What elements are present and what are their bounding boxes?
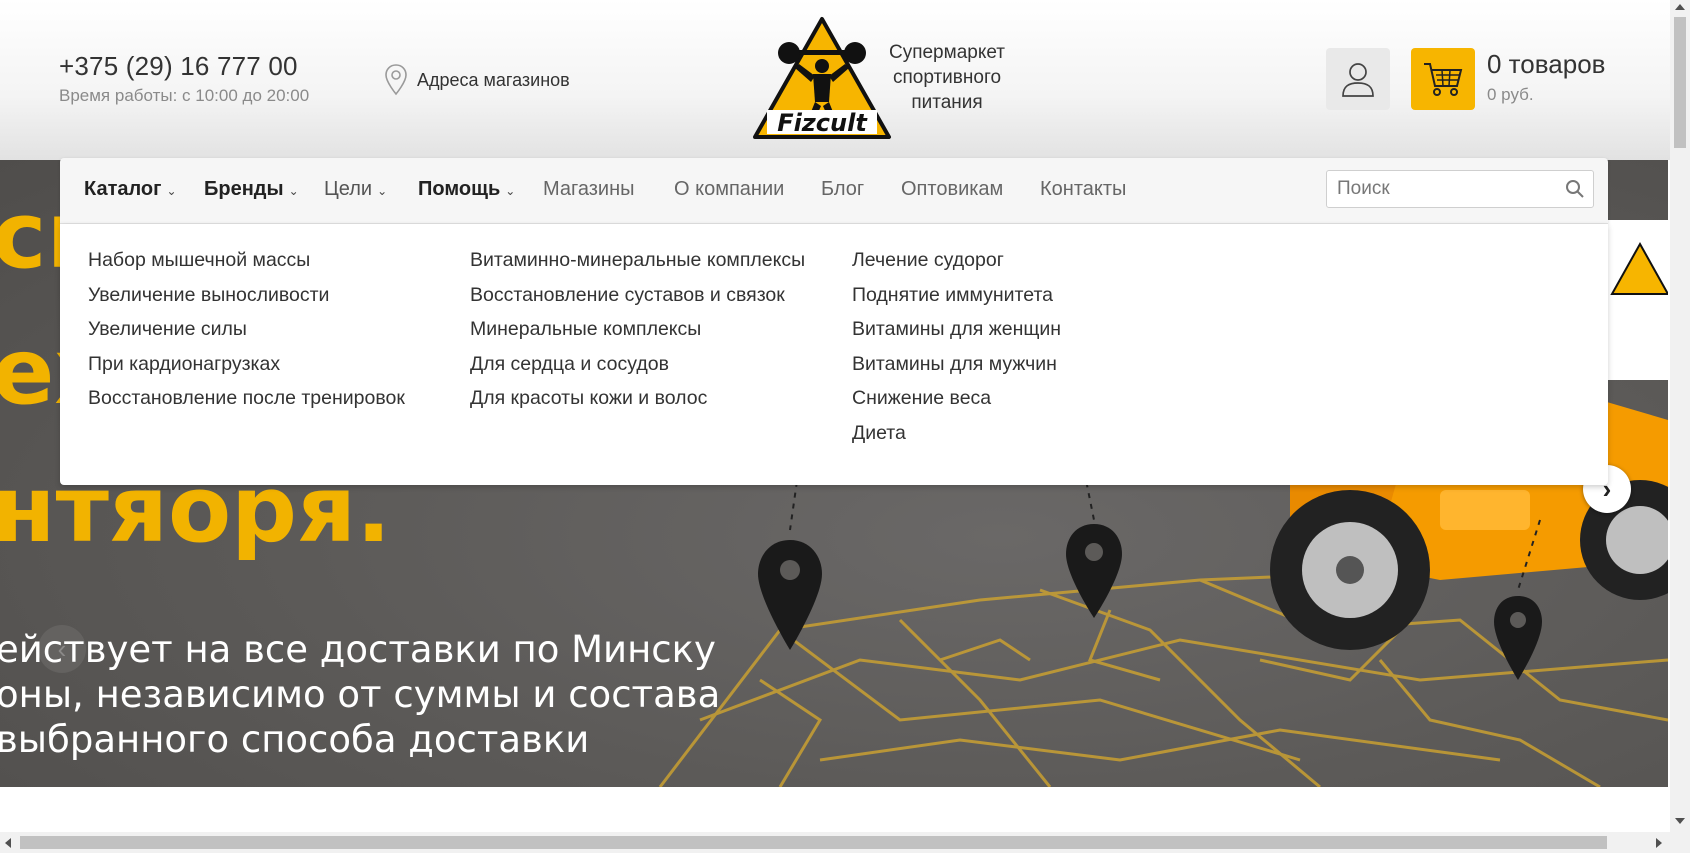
chevron-down-icon: ⌄ bbox=[288, 183, 299, 198]
store-addresses-label: Адреса магазинов bbox=[417, 69, 570, 90]
dropdown-column-1: Набор мышечной массы Увеличение вынослив… bbox=[88, 249, 405, 422]
banner-line-1: ействует на все доставки по Минску bbox=[0, 628, 716, 671]
store-addresses-link[interactable]: Адреса магазинов bbox=[383, 63, 570, 97]
dropdown-link[interactable]: Для сердца и сосудов bbox=[470, 353, 810, 375]
scroll-left-arrow-icon[interactable] bbox=[5, 838, 11, 848]
nav-wholesale[interactable]: Оптовикам bbox=[901, 178, 1003, 201]
horizontal-scrollbar[interactable] bbox=[0, 832, 1670, 853]
dropdown-link[interactable]: Для красоты кожи и волос bbox=[470, 387, 810, 409]
dropdown-link[interactable]: Лечение судорог bbox=[852, 249, 1061, 271]
dropdown-link[interactable]: Витаминно-минеральные комплексы bbox=[470, 249, 810, 271]
logo-text: Fizcult bbox=[777, 109, 868, 137]
dropdown-link[interactable]: Витамины для мужчин bbox=[852, 353, 1061, 375]
nav-catalog-label: Каталог bbox=[84, 178, 162, 200]
chevron-down-icon: ⌄ bbox=[505, 183, 516, 198]
dropdown-link[interactable]: Увеличение выносливости bbox=[88, 284, 405, 306]
dropdown-link[interactable]: Диета bbox=[852, 422, 1061, 444]
account-button[interactable] bbox=[1326, 48, 1390, 110]
dropdown-link[interactable]: Набор мышечной массы bbox=[88, 249, 405, 271]
goals-dropdown-menu: Набор мышечной массы Увеличение вынослив… bbox=[60, 224, 1608, 485]
nav-contacts[interactable]: Контакты bbox=[1040, 178, 1126, 201]
map-pin-icon bbox=[385, 64, 407, 96]
nav-goals-label: Цели bbox=[324, 178, 373, 200]
working-hours: Время работы: с 10:00 до 20:00 bbox=[59, 86, 310, 105]
nav-about[interactable]: О компании bbox=[674, 178, 784, 201]
nav-help-label: Помощь bbox=[418, 178, 501, 200]
logo-tagline: Супермаркет спортивного питания bbox=[888, 42, 1005, 113]
dropdown-link[interactable]: Снижение веса bbox=[852, 387, 1061, 409]
cart-count[interactable]: 0 товаров bbox=[1487, 49, 1605, 80]
cart-button[interactable] bbox=[1411, 48, 1475, 110]
search-box bbox=[1326, 170, 1594, 208]
nav-goals[interactable]: Цели ⌄ bbox=[324, 178, 387, 201]
dropdown-column-2: Витаминно-минеральные комплексы Восстано… bbox=[470, 249, 810, 422]
vertical-scrollbar[interactable] bbox=[1670, 0, 1690, 853]
dropdown-link[interactable]: Минеральные комплексы bbox=[470, 318, 810, 340]
vertical-scroll-thumb[interactable] bbox=[1674, 17, 1686, 148]
site-header: +375 (29) 16 777 00 Время работы: с 10:0… bbox=[0, 0, 1670, 160]
chevron-down-icon: ⌄ bbox=[377, 183, 388, 198]
nav-help[interactable]: Помощь ⌄ bbox=[418, 178, 515, 201]
banner-line-2: оны, независимо от суммы и состава bbox=[0, 673, 721, 716]
dropdown-link[interactable]: Восстановление суставов и связок bbox=[470, 284, 810, 306]
user-icon bbox=[1342, 63, 1374, 97]
scroll-down-arrow-icon[interactable] bbox=[1675, 818, 1685, 824]
cart-sum: 0 руб. bbox=[1487, 85, 1534, 104]
nav-brands[interactable]: Бренды ⌄ bbox=[204, 178, 299, 201]
search-input[interactable] bbox=[1327, 171, 1547, 207]
nav-brands-label: Бренды bbox=[204, 178, 284, 200]
chevron-down-icon: ⌄ bbox=[166, 183, 177, 198]
nav-stores[interactable]: Магазины bbox=[543, 178, 635, 201]
phone-number[interactable]: +375 (29) 16 777 00 bbox=[59, 51, 298, 82]
scroll-up-arrow-icon[interactable] bbox=[1675, 4, 1685, 10]
chevron-left-icon: ‹ bbox=[57, 633, 67, 664]
nav-catalog[interactable]: Каталог ⌄ bbox=[84, 178, 177, 201]
dropdown-link[interactable]: Увеличение силы bbox=[88, 318, 405, 340]
dropdown-link[interactable]: Витамины для женщин bbox=[852, 318, 1061, 340]
dropdown-link[interactable]: Поднятие иммунитета bbox=[852, 284, 1061, 306]
banner-line-3: выбранного способа доставки bbox=[0, 718, 590, 761]
slider-prev-button[interactable]: ‹ bbox=[38, 625, 86, 673]
cart-icon bbox=[1424, 63, 1463, 96]
scroll-right-arrow-icon[interactable] bbox=[1656, 838, 1662, 848]
dropdown-link[interactable]: При кардионагрузках bbox=[88, 353, 405, 375]
search-icon[interactable] bbox=[1565, 179, 1585, 199]
dropdown-link[interactable]: Восстановление после тренировок bbox=[88, 387, 405, 409]
horizontal-scroll-thumb[interactable] bbox=[20, 836, 1607, 849]
main-navigation: Каталог ⌄ Бренды ⌄ Цели ⌄ Помощь ⌄ Магаз… bbox=[60, 158, 1608, 224]
dropdown-column-3: Лечение судорог Поднятие иммунитета Вита… bbox=[852, 249, 1061, 456]
nav-blog[interactable]: Блог bbox=[821, 178, 864, 201]
